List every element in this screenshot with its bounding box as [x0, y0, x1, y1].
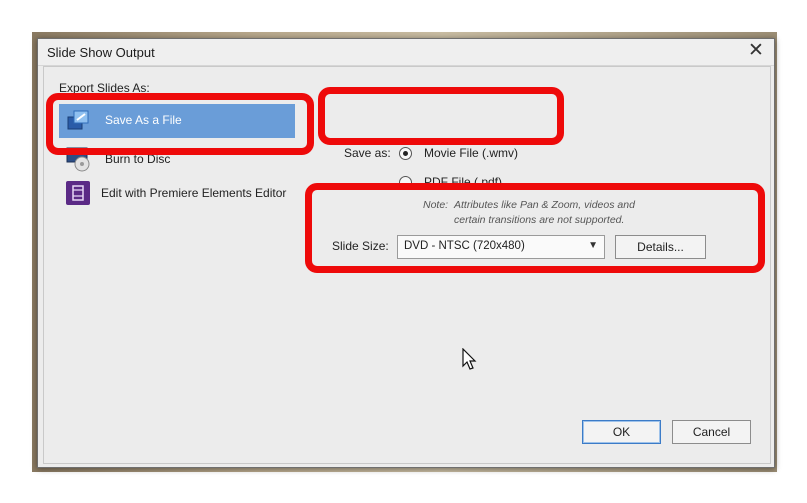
export-item-premiere-elements[interactable]: Edit with Premiere Elements Editor: [59, 177, 295, 211]
export-item-burn-to-disc[interactable]: Burn to Disc: [59, 143, 295, 177]
save-file-icon: [67, 110, 89, 130]
burn-disc-icon: [66, 147, 90, 172]
premiere-elements-icon: [66, 181, 90, 205]
movie-file-option-label: Movie File (.wmv): [424, 146, 519, 160]
slide-show-output-dialog: Slide Show Output ✕ Export Slides As: Sa…: [37, 38, 775, 468]
radio-movie-file[interactable]: [399, 147, 412, 160]
dialog-body: Export Slides As: Save As a File Burn to…: [43, 66, 771, 464]
slide-size-dropdown[interactable]: DVD - NTSC (720x480) ▼: [397, 235, 605, 259]
export-item-label: Save As a File: [105, 113, 182, 127]
export-section-label: Export Slides As:: [59, 81, 150, 95]
note-prefix: Note:: [423, 199, 449, 211]
close-icon[interactable]: ✕: [746, 41, 766, 61]
chevron-down-icon: ▼: [588, 240, 598, 251]
slide-size-label: Slide Size:: [332, 239, 389, 253]
ok-button[interactable]: OK: [582, 420, 661, 444]
details-button[interactable]: Details...: [615, 235, 706, 259]
save-as-label: Save as:: [344, 146, 391, 160]
note-text-line2: certain transitions are not supported.: [454, 214, 625, 226]
export-item-label: Burn to Disc: [105, 152, 171, 166]
note-text-line1: Attributes like Pan & Zoom, videos and: [454, 199, 635, 211]
export-options-list: Save As a File Burn to Disc Edit with Pr…: [59, 104, 295, 212]
title-bar: Slide Show Output ✕: [38, 39, 774, 66]
pdf-file-option-label: PDF File (.pdf): [424, 175, 503, 189]
cancel-button[interactable]: Cancel: [672, 420, 751, 444]
mouse-cursor-icon: [462, 348, 477, 370]
export-item-label: Edit with Premiere Elements Editor: [101, 186, 287, 200]
export-item-save-as-file[interactable]: Save As a File: [59, 104, 295, 138]
slide-size-value: DVD - NTSC (720x480): [404, 240, 525, 252]
radio-pdf-file[interactable]: [399, 176, 412, 189]
dialog-title: Slide Show Output: [47, 45, 155, 60]
